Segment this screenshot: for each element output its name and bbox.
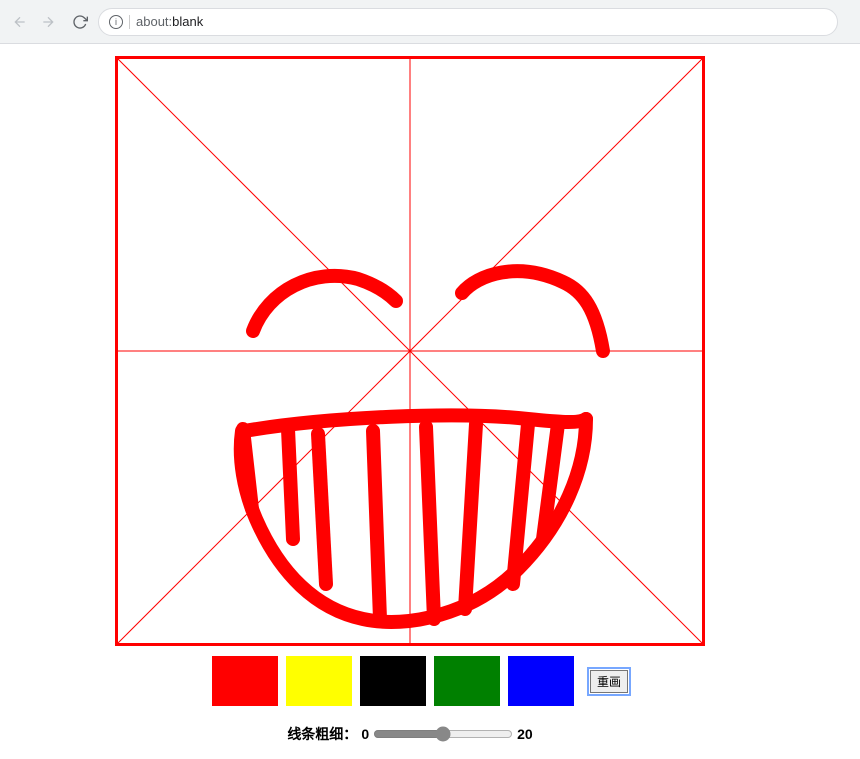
arrow-left-icon [12,14,28,30]
info-icon: i [109,15,123,29]
arrow-right-icon [40,14,56,30]
color-swatch-blue[interactable] [508,656,574,706]
color-swatch-green[interactable] [434,656,500,706]
url-page: blank [172,14,203,29]
page-content: 重画 线条粗细： 0 20 [0,44,860,744]
stroke-width-label: 线条粗细： [287,724,357,744]
address-bar[interactable]: i about:blank [98,8,838,36]
omnibox-separator [129,15,130,29]
stroke-width-control: 线条粗细： 0 20 [287,724,532,744]
color-swatch-black[interactable] [360,656,426,706]
back-button[interactable] [10,12,30,32]
browser-toolbar: i about:blank [0,0,860,44]
color-swatch-yellow[interactable] [286,656,352,706]
reload-icon [72,14,88,30]
url-scheme: about: [136,14,172,29]
stroke-width-slider[interactable] [373,726,513,742]
color-palette: 重画 [212,656,628,706]
reset-button[interactable]: 重画 [590,670,628,693]
stroke-width-max: 20 [517,726,533,742]
drawing-canvas[interactable] [115,56,705,646]
canvas-svg [118,59,702,643]
forward-button[interactable] [38,12,58,32]
reload-button[interactable] [70,12,90,32]
stroke-width-min: 0 [361,726,369,742]
color-swatch-red[interactable] [212,656,278,706]
